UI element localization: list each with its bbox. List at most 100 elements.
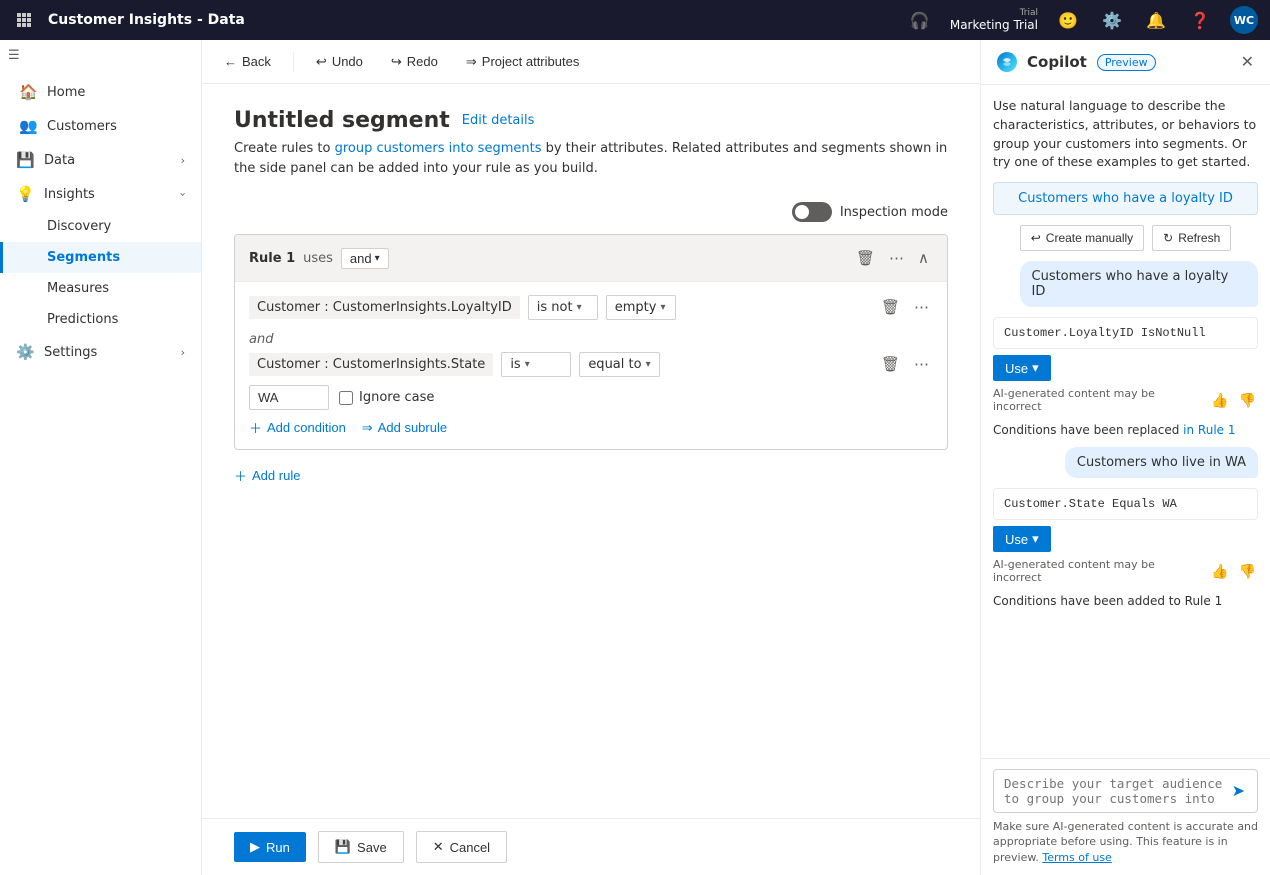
page-content: Untitled segment Edit details Create rul…	[202, 84, 980, 818]
condition-value-1[interactable]: empty ▾	[606, 295, 676, 320]
thumbs-up-1[interactable]: 👍	[1209, 390, 1230, 411]
condition-1-actions: 🗑 ⋯	[877, 294, 933, 320]
back-button[interactable]: ← Back	[218, 50, 277, 73]
sidebar-item-insights[interactable]: 💡 Insights ›	[0, 177, 201, 211]
send-icon: ➤	[1232, 781, 1245, 801]
condition-2-more-button[interactable]: ⋯	[910, 351, 933, 377]
main-layout: ☰ 🏠 Home 👥 Customers 💾 Data › 💡 Insights…	[0, 40, 1270, 875]
rule-operator-button[interactable]: and ▾	[341, 248, 389, 269]
sidebar-item-discovery[interactable]: Discovery	[0, 211, 201, 242]
copilot-result-1: Customer.LoyaltyID IsNotNull Use ▾ AI-ge…	[993, 317, 1258, 413]
create-manually-button[interactable]: ↩ Create manually	[1020, 225, 1144, 251]
refresh-icon: ↻	[1163, 231, 1173, 245]
condition-2-actions: 🗑 ⋯	[877, 351, 933, 377]
page-footer: ▶ Run 💾 Save ✕ Cancel	[202, 818, 980, 875]
sidebar-item-segments[interactable]: Segments	[0, 242, 201, 273]
add-subrule-button[interactable]: ⇒ Add subrule	[362, 420, 447, 436]
run-button[interactable]: ▶ Run	[234, 832, 306, 862]
app-grid-icon[interactable]	[12, 8, 36, 32]
settings-nav-icon: ⚙️	[16, 343, 34, 361]
condition-field-2: Customer : CustomerInsights.State	[249, 353, 493, 376]
app-title: Customer Insights - Data	[48, 12, 894, 28]
copilot-input[interactable]	[1004, 776, 1224, 806]
hamburger-menu[interactable]: ☰	[0, 40, 201, 71]
thumbs-down-1[interactable]: 👎	[1237, 390, 1258, 411]
thumbs-up-2[interactable]: 👍	[1209, 561, 1230, 582]
rule-body: Customer : CustomerInsights.LoyaltyID is…	[235, 282, 947, 449]
copilot-panel: Copilot Preview ✕ Use natural language t…	[980, 40, 1270, 875]
edit-details-link[interactable]: Edit details	[462, 113, 535, 128]
undo-button[interactable]: ↩ Undo	[310, 50, 369, 74]
rule-delete-button[interactable]: 🗑	[852, 245, 879, 271]
toolbar: ← Back ↩ Undo ↪ Redo ⇒ Project attribute…	[202, 40, 980, 84]
value-1-chevron: ▾	[660, 302, 665, 313]
add-rule-button[interactable]: ＋ Add rule	[234, 466, 300, 485]
condition-value-2[interactable]: equal to ▾	[579, 352, 659, 377]
rule-header: Rule 1 uses and ▾ 🗑 ⋯ ∧	[235, 235, 947, 282]
chat-message-user-1: Customers who have a loyalty ID	[1020, 261, 1259, 307]
help-icon[interactable]: ❓	[1186, 6, 1214, 34]
add-condition-button[interactable]: ＋ Add condition	[249, 418, 346, 437]
sidebar-nav: 🏠 Home 👥 Customers 💾 Data › 💡 Insights ›…	[0, 71, 201, 373]
condition-1-more-button[interactable]: ⋯	[910, 294, 933, 320]
copilot-preview-badge: Preview	[1097, 54, 1156, 71]
page-subtitle: Create rules to group customers into seg…	[234, 139, 948, 178]
avatar[interactable]: WC	[1230, 6, 1258, 34]
rule-collapse-button[interactable]: ∧	[914, 245, 933, 271]
sidebar-item-data[interactable]: 💾 Data ›	[0, 143, 201, 177]
save-button[interactable]: 💾 Save	[318, 831, 404, 863]
copilot-disclaimer: Make sure AI-generated content is accura…	[993, 819, 1258, 865]
inspection-row: Inspection mode	[234, 202, 948, 222]
sidebar-item-predictions[interactable]: Predictions	[0, 304, 201, 335]
use-button-2[interactable]: Use ▾	[993, 526, 1051, 552]
terms-of-use-link[interactable]: Terms of use	[1042, 851, 1111, 864]
ignore-case-wrap: Ignore case	[339, 390, 434, 405]
data-chevron: ›	[181, 154, 185, 167]
condition-operator-1[interactable]: is not ▾	[528, 295, 598, 320]
copilot-logo-icon	[995, 50, 1019, 74]
project-attributes-button[interactable]: ⇒ Project attributes	[460, 50, 585, 74]
smiley-icon[interactable]: 🙂	[1054, 6, 1082, 34]
sidebar-item-home[interactable]: 🏠 Home	[0, 75, 201, 109]
condition-2-delete-button[interactable]: 🗑	[877, 351, 904, 377]
insights-sub: Discovery Segments Measures Predictions	[0, 211, 201, 335]
ignore-case-checkbox[interactable]	[339, 391, 353, 405]
page-title: Untitled segment	[234, 108, 450, 133]
copilot-intro: Use natural language to describe the cha…	[993, 97, 1258, 172]
page-header: Untitled segment Edit details Create rul…	[234, 108, 948, 194]
redo-button[interactable]: ↪ Redo	[385, 50, 444, 74]
thumbs-down-2[interactable]: 👎	[1237, 561, 1258, 582]
rule-title: Rule 1	[249, 251, 295, 266]
sidebar-item-measures[interactable]: Measures	[0, 273, 201, 304]
settings-icon[interactable]: ⚙️	[1098, 6, 1126, 34]
inspection-toggle[interactable]	[792, 202, 832, 222]
add-condition-row: ＋ Add condition ⇒ Add subrule	[249, 418, 933, 437]
condition-operator-2[interactable]: is ▾	[501, 352, 571, 377]
copilot-result-2: Customer.State Equals WA Use ▾ AI-genera…	[993, 488, 1258, 584]
chat-message-user-2: Customers who live in WA	[1065, 447, 1258, 478]
sidebar-item-settings[interactable]: ⚙️ Settings ›	[0, 335, 201, 369]
settings-chevron: ›	[181, 346, 185, 359]
cancel-button[interactable]: ✕ Cancel	[416, 831, 507, 863]
bell-icon[interactable]: 🔔	[1142, 6, 1170, 34]
add-rule-plus-icon: ＋	[234, 466, 247, 485]
use-chevron-1: ▾	[1032, 360, 1039, 376]
use-button-1[interactable]: Use ▾	[993, 355, 1051, 381]
state-value-input[interactable]	[249, 385, 329, 410]
sidebar-item-customers[interactable]: 👥 Customers	[0, 109, 201, 143]
undo-icon: ↩	[316, 54, 327, 70]
rule-more-button[interactable]: ⋯	[885, 245, 908, 271]
copilot-close-button[interactable]: ✕	[1239, 50, 1256, 74]
project-icon: ⇒	[466, 54, 477, 70]
create-manually-icon: ↩	[1031, 231, 1041, 245]
send-button[interactable]: ➤	[1230, 779, 1247, 803]
condition-1-delete-button[interactable]: 🗑	[877, 294, 904, 320]
conditions-replaced-1: Conditions have been replaced in Rule 1	[993, 423, 1258, 437]
refresh-button[interactable]: ↻ Refresh	[1152, 225, 1231, 251]
add-rule-row: ＋ Add rule	[234, 466, 948, 485]
headset-icon[interactable]: 🎧	[906, 6, 934, 34]
toolbar-separator	[293, 52, 294, 72]
and-label: and	[249, 328, 933, 351]
operator-1-chevron: ▾	[577, 302, 582, 313]
copilot-suggestion[interactable]: Customers who have a loyalty ID	[993, 182, 1258, 215]
